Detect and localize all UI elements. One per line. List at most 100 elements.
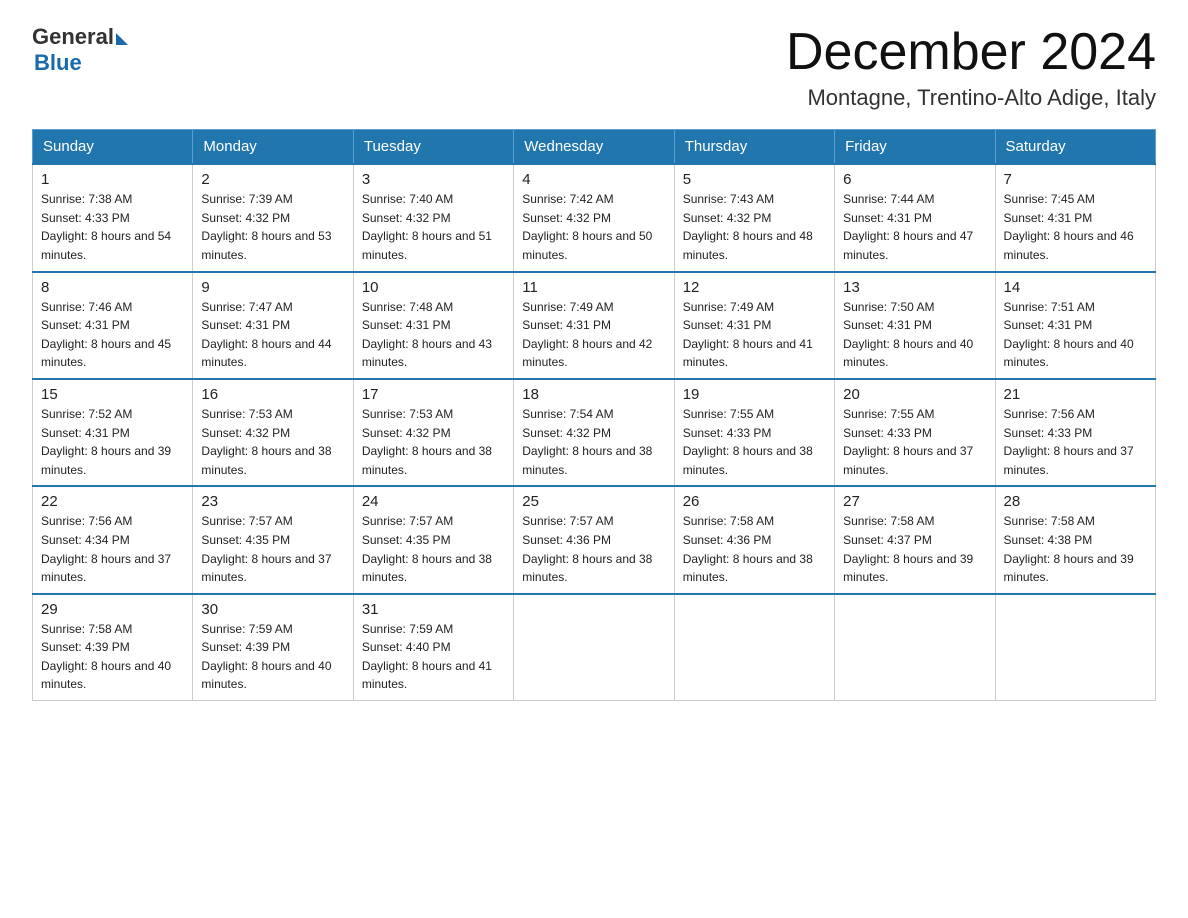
- day-info: Sunrise: 7:54 AMSunset: 4:32 PMDaylight:…: [522, 405, 665, 479]
- day-number: 8: [41, 279, 184, 296]
- day-cell: 25 Sunrise: 7:57 AMSunset: 4:36 PMDayligh…: [514, 486, 674, 593]
- day-number: 17: [362, 386, 505, 403]
- day-number: 13: [843, 279, 986, 296]
- day-info: Sunrise: 7:39 AMSunset: 4:32 PMDaylight:…: [201, 190, 344, 264]
- day-cell: 4 Sunrise: 7:42 AMSunset: 4:32 PMDaylight…: [514, 164, 674, 271]
- day-cell: 7 Sunrise: 7:45 AMSunset: 4:31 PMDaylight…: [995, 164, 1155, 271]
- day-cell: 27 Sunrise: 7:58 AMSunset: 4:37 PMDayligh…: [835, 486, 995, 593]
- day-info: Sunrise: 7:46 AMSunset: 4:31 PMDaylight:…: [41, 298, 184, 372]
- day-cell: 2 Sunrise: 7:39 AMSunset: 4:32 PMDaylight…: [193, 164, 353, 271]
- day-info: Sunrise: 7:58 AMSunset: 4:38 PMDaylight:…: [1004, 512, 1147, 586]
- logo: General Blue: [32, 24, 128, 76]
- day-info: Sunrise: 7:42 AMSunset: 4:32 PMDaylight:…: [522, 190, 665, 264]
- day-info: Sunrise: 7:58 AMSunset: 4:36 PMDaylight:…: [683, 512, 826, 586]
- day-cell: 18 Sunrise: 7:54 AMSunset: 4:32 PMDayligh…: [514, 379, 674, 486]
- day-cell: 28 Sunrise: 7:58 AMSunset: 4:38 PMDayligh…: [995, 486, 1155, 593]
- day-cell: 8 Sunrise: 7:46 AMSunset: 4:31 PMDaylight…: [33, 272, 193, 379]
- day-header-wednesday: Wednesday: [514, 130, 674, 165]
- day-info: Sunrise: 7:53 AMSunset: 4:32 PMDaylight:…: [362, 405, 505, 479]
- day-cell: 23Sunrise: 7:57 AMSunset: 4:35 PMDayligh…: [193, 486, 353, 593]
- month-title: December 2024: [786, 24, 1156, 81]
- day-cell: 21 Sunrise: 7:56 AMSunset: 4:33 PMDayligh…: [995, 379, 1155, 486]
- day-info: Sunrise: 7:40 AMSunset: 4:32 PMDaylight:…: [362, 190, 505, 264]
- day-cell: [514, 594, 674, 701]
- day-number: 18: [522, 386, 665, 403]
- day-number: 23: [201, 493, 344, 510]
- day-info: Sunrise: 7:49 AMSunset: 4:31 PMDaylight:…: [522, 298, 665, 372]
- day-number: 14: [1004, 279, 1147, 296]
- week-row-5: 29Sunrise: 7:58 AMSunset: 4:39 PMDayligh…: [33, 594, 1156, 701]
- day-info: Sunrise: 7:43 AMSunset: 4:32 PMDaylight:…: [683, 190, 826, 264]
- day-cell: 9 Sunrise: 7:47 AMSunset: 4:31 PMDaylight…: [193, 272, 353, 379]
- day-header-sunday: Sunday: [33, 130, 193, 165]
- day-info: Sunrise: 7:55 AMSunset: 4:33 PMDaylight:…: [843, 405, 986, 479]
- logo-blue-text: Blue: [34, 50, 82, 76]
- page-header: General Blue December 2024 Montagne, Tre…: [32, 24, 1156, 111]
- day-info: Sunrise: 7:52 AMSunset: 4:31 PMDaylight:…: [41, 405, 184, 479]
- day-info: Sunrise: 7:57 AMSunset: 4:35 PMDaylight:…: [362, 512, 505, 586]
- day-number: 5: [683, 171, 826, 188]
- day-number: 9: [201, 279, 344, 296]
- day-cell: 29Sunrise: 7:58 AMSunset: 4:39 PMDayligh…: [33, 594, 193, 701]
- day-cell: 16Sunrise: 7:53 AMSunset: 4:32 PMDayligh…: [193, 379, 353, 486]
- location-title: Montagne, Trentino-Alto Adige, Italy: [786, 85, 1156, 111]
- day-cell: 22 Sunrise: 7:56 AMSunset: 4:34 PMDayligh…: [33, 486, 193, 593]
- day-cell: 15Sunrise: 7:52 AMSunset: 4:31 PMDayligh…: [33, 379, 193, 486]
- day-number: 31: [362, 601, 505, 618]
- day-cell: 31 Sunrise: 7:59 AMSunset: 4:40 PMDayligh…: [353, 594, 513, 701]
- day-number: 10: [362, 279, 505, 296]
- day-info: Sunrise: 7:58 AMSunset: 4:37 PMDaylight:…: [843, 512, 986, 586]
- day-headers-row: SundayMondayTuesdayWednesdayThursdayFrid…: [33, 130, 1156, 165]
- day-cell: 14 Sunrise: 7:51 AMSunset: 4:31 PMDayligh…: [995, 272, 1155, 379]
- day-number: 3: [362, 171, 505, 188]
- day-info: Sunrise: 7:51 AMSunset: 4:31 PMDaylight:…: [1004, 298, 1147, 372]
- day-number: 1: [41, 171, 184, 188]
- day-number: 25: [522, 493, 665, 510]
- day-number: 12: [683, 279, 826, 296]
- day-number: 29: [41, 601, 184, 618]
- day-header-friday: Friday: [835, 130, 995, 165]
- week-row-1: 1Sunrise: 7:38 AMSunset: 4:33 PMDaylight…: [33, 164, 1156, 271]
- day-cell: 1Sunrise: 7:38 AMSunset: 4:33 PMDaylight…: [33, 164, 193, 271]
- day-info: Sunrise: 7:55 AMSunset: 4:33 PMDaylight:…: [683, 405, 826, 479]
- day-info: Sunrise: 7:47 AMSunset: 4:31 PMDaylight:…: [201, 298, 344, 372]
- day-header-saturday: Saturday: [995, 130, 1155, 165]
- day-info: Sunrise: 7:56 AMSunset: 4:34 PMDaylight:…: [41, 512, 184, 586]
- day-cell: [674, 594, 834, 701]
- week-row-2: 8 Sunrise: 7:46 AMSunset: 4:31 PMDaylight…: [33, 272, 1156, 379]
- day-cell: 26 Sunrise: 7:58 AMSunset: 4:36 PMDayligh…: [674, 486, 834, 593]
- day-number: 24: [362, 493, 505, 510]
- day-info: Sunrise: 7:59 AMSunset: 4:39 PMDaylight:…: [201, 620, 344, 694]
- day-info: Sunrise: 7:59 AMSunset: 4:40 PMDaylight:…: [362, 620, 505, 694]
- day-info: Sunrise: 7:50 AMSunset: 4:31 PMDaylight:…: [843, 298, 986, 372]
- day-number: 21: [1004, 386, 1147, 403]
- day-header-tuesday: Tuesday: [353, 130, 513, 165]
- week-row-4: 22 Sunrise: 7:56 AMSunset: 4:34 PMDayligh…: [33, 486, 1156, 593]
- day-info: Sunrise: 7:56 AMSunset: 4:33 PMDaylight:…: [1004, 405, 1147, 479]
- day-number: 22: [41, 493, 184, 510]
- day-number: 28: [1004, 493, 1147, 510]
- day-cell: [835, 594, 995, 701]
- day-cell: 5 Sunrise: 7:43 AMSunset: 4:32 PMDaylight…: [674, 164, 834, 271]
- day-cell: 19Sunrise: 7:55 AMSunset: 4:33 PMDayligh…: [674, 379, 834, 486]
- day-info: Sunrise: 7:45 AMSunset: 4:31 PMDaylight:…: [1004, 190, 1147, 264]
- week-row-3: 15Sunrise: 7:52 AMSunset: 4:31 PMDayligh…: [33, 379, 1156, 486]
- day-info: Sunrise: 7:49 AMSunset: 4:31 PMDaylight:…: [683, 298, 826, 372]
- day-cell: 6Sunrise: 7:44 AMSunset: 4:31 PMDaylight…: [835, 164, 995, 271]
- day-cell: 10Sunrise: 7:48 AMSunset: 4:31 PMDayligh…: [353, 272, 513, 379]
- day-number: 2: [201, 171, 344, 188]
- day-info: Sunrise: 7:57 AMSunset: 4:36 PMDaylight:…: [522, 512, 665, 586]
- day-header-thursday: Thursday: [674, 130, 834, 165]
- day-cell: 12 Sunrise: 7:49 AMSunset: 4:31 PMDayligh…: [674, 272, 834, 379]
- day-number: 4: [522, 171, 665, 188]
- day-number: 27: [843, 493, 986, 510]
- day-number: 26: [683, 493, 826, 510]
- day-number: 7: [1004, 171, 1147, 188]
- day-number: 16: [201, 386, 344, 403]
- day-cell: 20Sunrise: 7:55 AMSunset: 4:33 PMDayligh…: [835, 379, 995, 486]
- day-number: 6: [843, 171, 986, 188]
- calendar-table: SundayMondayTuesdayWednesdayThursdayFrid…: [32, 129, 1156, 701]
- day-cell: 24 Sunrise: 7:57 AMSunset: 4:35 PMDayligh…: [353, 486, 513, 593]
- day-number: 30: [201, 601, 344, 618]
- day-cell: [995, 594, 1155, 701]
